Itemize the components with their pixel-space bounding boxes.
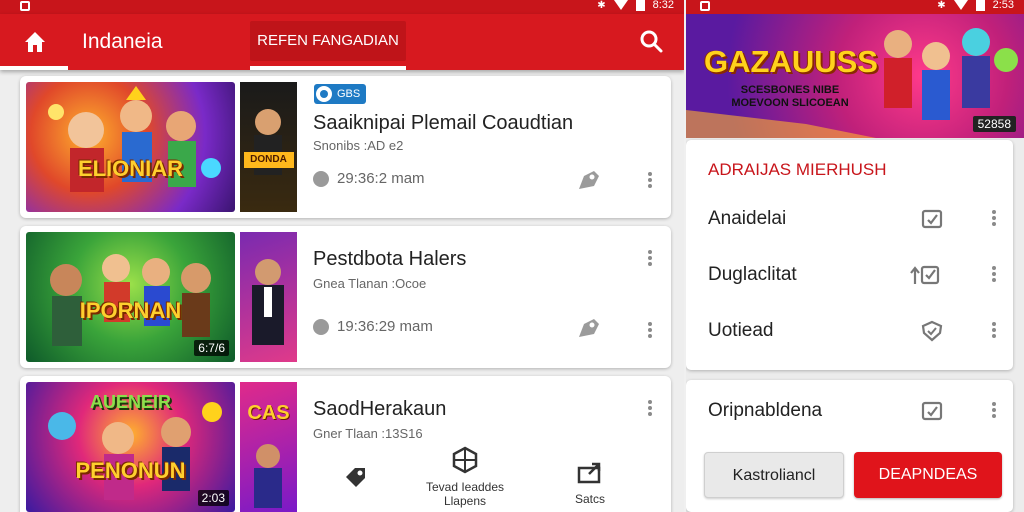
video-side-thumbnail[interactable]: [240, 232, 297, 362]
thumbnail-title-art: IPORNAN: [79, 298, 182, 323]
cancel-button[interactable]: Kastroliancl: [704, 452, 844, 498]
thumbnail-title-art: ELIONIAR: [77, 156, 184, 181]
right-phone-screen: ✱ 2:53 GAZAUUSS SCESBONES NIBE MOEVOON S…: [686, 0, 1024, 512]
status-bar: ✱ 8:32: [0, 0, 684, 14]
action-details-label: Tevad Ieaddes Llapens: [425, 480, 505, 508]
video-title[interactable]: Pestdbota Halers: [313, 248, 466, 271]
channel-badge: GBS: [314, 84, 367, 104]
duration-badge: 2:03: [197, 490, 229, 506]
video-side-thumbnail[interactable]: CAS: [240, 382, 297, 512]
menu-item-label: Duglaclitat: [708, 264, 797, 285]
search-icon[interactable]: [638, 28, 664, 54]
menu-item-analytics[interactable]: Anaidelai: [686, 196, 1013, 244]
thumbnail-title-art-top: AUENEIR: [89, 392, 171, 412]
video-subtitle: Gnea Tlanan :Ocoe: [313, 276, 427, 291]
wifi-icon: [953, 0, 968, 10]
badge-icon: [316, 86, 332, 102]
tag-icon[interactable]: [576, 316, 602, 342]
home-tab-indicator: [0, 66, 68, 70]
menu-item-download[interactable]: Uotiead: [686, 308, 1013, 356]
video-thumbnail[interactable]: ELIONIAR: [26, 82, 235, 212]
more-options-icon[interactable]: [988, 208, 1000, 228]
options-panel: ADRAIJAS MIERHUSH Anaidelai Duglaclitat: [686, 140, 1013, 370]
video-time: 19:36:29 mam: [313, 318, 433, 335]
video-subtitle: Snonibs :AD e2: [313, 138, 404, 153]
thumbnail-title-art: PENONUN: [75, 458, 186, 483]
screen: ✱ 8:32 Indaneia REFEN FANGADIAN ELIONIAR…: [0, 0, 1024, 512]
menu-item-label: Anaidelai: [708, 208, 787, 229]
more-options-icon[interactable]: [644, 248, 656, 268]
checkbox-icon[interactable]: [920, 400, 944, 422]
duration-badge: 6:7/6: [194, 340, 229, 356]
notification-icon: [20, 1, 30, 11]
clock-icon: [313, 318, 329, 335]
video-title[interactable]: SaodHerakaun: [313, 398, 446, 421]
app-bar: Indaneia REFEN FANGADIAN: [0, 14, 684, 70]
action-details[interactable]: Tevad Ieaddes Llapens: [410, 446, 520, 508]
video-time-label: 19:36:29 mam: [337, 318, 433, 335]
menu-item-duplicate[interactable]: Duglaclitat: [686, 252, 1013, 300]
status-time: 8:32: [652, 0, 674, 11]
video-thumbnail[interactable]: AUENEIR PENONUN 2:03: [26, 382, 235, 512]
badge-label: GBS: [337, 88, 361, 100]
export-icon: [577, 462, 601, 484]
banner-title: GAZAUUSS: [704, 44, 878, 79]
action-tag[interactable]: [338, 464, 374, 496]
confirm-button[interactable]: DEAPNDEAS: [854, 452, 1002, 498]
video-side-thumbnail[interactable]: DONDA: [240, 82, 297, 212]
cartoon-characters-illustration: [48, 86, 221, 192]
video-time: 29:36:2 mam: [313, 170, 425, 187]
action-export[interactable]: Satcs: [568, 460, 612, 506]
status-time: 2:53: [992, 0, 1014, 11]
more-options-icon[interactable]: [644, 320, 656, 340]
more-options-icon[interactable]: [988, 400, 1000, 420]
video-thumbnail[interactable]: IPORNAN 6:7/6: [26, 232, 235, 362]
bluetooth-icon: ✱: [597, 0, 606, 11]
battery-icon: [635, 0, 645, 11]
tag-icon[interactable]: [576, 168, 602, 194]
banner-count-badge: 52858: [972, 116, 1016, 132]
video-card[interactable]: AUENEIR PENONUN 2:03 CAS SaodHerakaun Gn…: [20, 376, 671, 512]
wifi-icon: [613, 0, 628, 10]
app-title: Indaneia: [82, 30, 163, 53]
left-phone-screen: ✱ 8:32 Indaneia REFEN FANGADIAN ELIONIAR…: [0, 0, 684, 512]
tag-icon: [346, 468, 365, 487]
side-thumbnail-art-text: DONDA: [250, 154, 287, 165]
upload-check-icon[interactable]: [908, 264, 942, 286]
video-time-label: 29:36:2 mam: [337, 170, 425, 187]
video-title[interactable]: Saaiknipai Plemail Coaudtian: [313, 112, 573, 135]
shield-check-icon[interactable]: [920, 320, 944, 342]
bluetooth-icon: ✱: [937, 0, 946, 11]
clock-icon: [313, 170, 329, 187]
video-card[interactable]: IPORNAN 6:7/6 Pestdbota Halers Gnea Tlan…: [20, 226, 671, 368]
video-subtitle: Gner Tlaan :13S16: [313, 426, 423, 441]
tab-featured[interactable]: REFEN FANGADIAN: [250, 21, 406, 61]
checkbox-icon[interactable]: [920, 208, 944, 230]
menu-item-label: Oripnabldena: [708, 400, 823, 421]
game-banner[interactable]: GAZAUUSS SCESBONES NIBE MOEVOON SLICOEAN…: [686, 14, 1024, 138]
action-export-label: Satcs: [574, 492, 605, 506]
character-portrait-illustration: [252, 259, 284, 345]
banner-subtitle: SCESBONES NIBE MOEVOON SLICOEAN: [731, 84, 849, 109]
menu-item-label: Uotiead: [708, 320, 774, 341]
status-bar: ✱ 2:53: [686, 0, 1024, 14]
battery-icon: [975, 0, 985, 11]
video-card[interactable]: ELIONIAR DONDA GBS Saaiknipai Plemail Co…: [20, 76, 671, 218]
more-options-icon[interactable]: [988, 320, 1000, 340]
panel-heading: ADRAIJAS MIERHUSH: [708, 160, 887, 179]
side-thumbnail-art-text: CAS: [247, 402, 290, 424]
more-options-icon[interactable]: [988, 264, 1000, 284]
home-icon[interactable]: [22, 29, 48, 55]
notification-icon: [700, 1, 710, 11]
more-options-icon[interactable]: [644, 398, 656, 418]
dialog-panel: Oripnabldena Kastroliancl DEAPNDEAS: [686, 380, 1013, 512]
active-tab-indicator: [250, 66, 406, 70]
menu-item-original[interactable]: Oripnabldena: [686, 388, 1013, 436]
character-portrait-illustration: [244, 109, 294, 175]
more-options-icon[interactable]: [644, 170, 656, 190]
hex-icon: [452, 446, 478, 474]
